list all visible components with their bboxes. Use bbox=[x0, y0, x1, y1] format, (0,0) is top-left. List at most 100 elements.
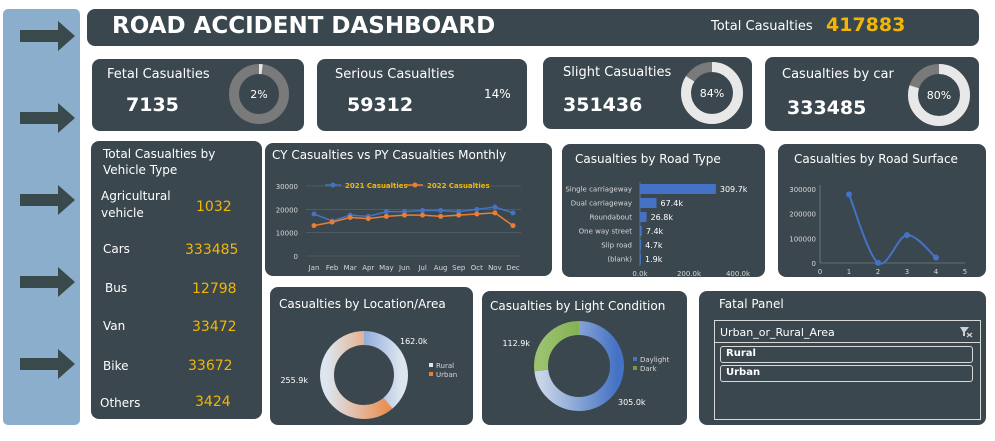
vehicle-item-label: Others bbox=[100, 396, 141, 410]
legend-label: Dark bbox=[640, 365, 658, 373]
monthly-chart-card: CY Casualties vs PY Casualties Monthly 0… bbox=[265, 143, 552, 276]
vehicle-item-label: Bus bbox=[105, 281, 128, 295]
data-label: 1.9k bbox=[645, 255, 663, 264]
category-label: Single carriageway bbox=[565, 186, 632, 194]
bar bbox=[640, 254, 641, 264]
kpi-car-label: Casualties by car bbox=[782, 67, 894, 82]
road-surface-chart-card: Casualties by Road Surface 0 100000 200000… bbox=[778, 144, 986, 277]
clear-filter-icon[interactable] bbox=[959, 326, 973, 338]
kpi-serious-label: Serious Casualties bbox=[335, 67, 455, 82]
category-label: Dual carriageway bbox=[571, 200, 632, 208]
slicer-option-urban[interactable]: Urban bbox=[720, 365, 973, 382]
category-label: Slip road bbox=[601, 242, 632, 250]
x-tick-label: 4 bbox=[934, 268, 939, 276]
y-tick-label: 10000 bbox=[276, 230, 298, 238]
data-point bbox=[383, 209, 389, 215]
road-type-chart-card: Casualties by Road Type Single carriagew… bbox=[562, 144, 765, 277]
data-label: 162.0k bbox=[400, 337, 428, 346]
slicer-divider bbox=[715, 342, 980, 343]
x-tick-label: 0.0k bbox=[632, 270, 648, 277]
arrow-right-icon[interactable] bbox=[20, 21, 76, 51]
kpi-car-donut: 80% bbox=[908, 64, 970, 126]
data-point bbox=[401, 212, 407, 218]
kpi-fatal-donut: 2% bbox=[229, 64, 289, 124]
x-tick-label: 5 bbox=[963, 268, 967, 276]
x-tick-label: 1 bbox=[847, 268, 851, 276]
legend-swatch bbox=[429, 363, 433, 367]
data-point bbox=[510, 210, 516, 216]
x-tick-label: Dec bbox=[506, 264, 520, 272]
data-point bbox=[311, 211, 317, 217]
legend-label: 2022 Casualties bbox=[427, 182, 490, 190]
kpi-car-card: Casualties by car 333485 80% bbox=[765, 57, 979, 131]
total-casualties-value: 417883 bbox=[826, 14, 906, 36]
slicer-option-rural[interactable]: Rural bbox=[720, 346, 973, 363]
legend-swatch bbox=[429, 372, 433, 376]
legend-label: Daylight bbox=[640, 356, 670, 364]
vehicle-type-panel: Total Casualties by Vehicle Type Agricul… bbox=[91, 141, 262, 419]
kpi-serious-card: Serious Casualties 59312 14% bbox=[317, 59, 527, 131]
fatal-panel-title: Fatal Panel bbox=[719, 297, 784, 311]
data-point bbox=[492, 210, 498, 216]
vehicle-item-value: 1032 bbox=[196, 199, 232, 215]
data-label: 255.9k bbox=[280, 376, 308, 385]
y-tick-label: 0 bbox=[294, 253, 298, 261]
y-tick-label: 20000 bbox=[276, 206, 298, 214]
x-tick-label: Feb bbox=[326, 264, 339, 272]
x-tick-label: 2 bbox=[876, 268, 880, 276]
chart-title: Casualties by Location/Area bbox=[279, 297, 446, 311]
bar bbox=[640, 226, 642, 236]
x-tick-label: 0 bbox=[818, 268, 822, 276]
x-tick-label: Jun bbox=[398, 264, 410, 272]
legend-marker bbox=[330, 182, 336, 188]
x-tick-label: Nov bbox=[488, 264, 502, 272]
vehicle-item-value: 33672 bbox=[188, 358, 233, 374]
arrow-right-icon[interactable] bbox=[20, 185, 76, 215]
data-label: 26.8k bbox=[651, 213, 674, 222]
legend-label: Rural bbox=[436, 362, 454, 370]
category-label: (blank) bbox=[607, 256, 632, 264]
bar bbox=[640, 212, 647, 222]
x-tick-label: Jul bbox=[417, 264, 427, 272]
data-point bbox=[365, 216, 371, 222]
vehicle-item-value: 33472 bbox=[192, 319, 237, 335]
fatal-panel: Fatal Panel Urban_or_Rural_Area Rural Ur… bbox=[699, 291, 986, 425]
slicer-option-label: Rural bbox=[726, 348, 756, 359]
bar bbox=[640, 184, 716, 194]
data-point bbox=[438, 213, 444, 219]
data-point bbox=[438, 208, 444, 213]
vehicle-item-label: vehicle bbox=[101, 206, 144, 220]
monthly-line-chart: CY Casualties vs PY Casualties Monthly 0… bbox=[272, 148, 521, 272]
arrow-right-icon[interactable] bbox=[20, 267, 76, 297]
x-tick-label: Jan bbox=[308, 264, 320, 272]
total-casualties-label: Total Casualties bbox=[711, 19, 813, 34]
chart-title: Casualties by Road Surface bbox=[794, 152, 958, 166]
arrow-right-icon[interactable] bbox=[20, 103, 76, 133]
kpi-fatal-label: Fetal Casualties bbox=[107, 67, 210, 82]
vehicle-panel-title-2: Vehicle Type bbox=[103, 163, 178, 177]
data-point bbox=[510, 223, 516, 229]
location-donut-chart: Casualties by Location/Area Rural 162.0k U… bbox=[279, 297, 457, 419]
data-label: 305.0k bbox=[618, 398, 646, 407]
y-tick-label: 100000 bbox=[789, 235, 816, 243]
kpi-serious-value: 59312 bbox=[347, 94, 414, 116]
kpi-car-pct: 80% bbox=[927, 89, 951, 102]
kpi-serious-pct: 14% bbox=[484, 87, 511, 101]
data-label: 67.4k bbox=[661, 199, 684, 208]
kpi-slight-label: Slight Casualties bbox=[563, 65, 672, 80]
data-point bbox=[311, 223, 317, 229]
slicer-option-label: Urban bbox=[726, 367, 761, 378]
x-tick-label: 200.0k bbox=[677, 270, 702, 277]
header-bar: ROAD ACCIDENT DASHBOARD Total Casualties… bbox=[87, 9, 979, 46]
data-point bbox=[456, 212, 462, 218]
data-point bbox=[420, 212, 426, 218]
legend-marker bbox=[412, 182, 418, 188]
location-chart-card: Casualties by Location/Area Rural 162.0k U… bbox=[270, 287, 473, 425]
vehicle-item-label: Cars bbox=[103, 242, 130, 256]
data-label: 112.9k bbox=[502, 339, 530, 348]
arrow-right-icon[interactable] bbox=[20, 349, 76, 379]
x-tick-label: Oct bbox=[471, 264, 483, 272]
vehicle-item-value: 3424 bbox=[195, 394, 231, 410]
legend-swatch bbox=[633, 357, 637, 361]
x-tick-label: Sep bbox=[452, 264, 466, 272]
